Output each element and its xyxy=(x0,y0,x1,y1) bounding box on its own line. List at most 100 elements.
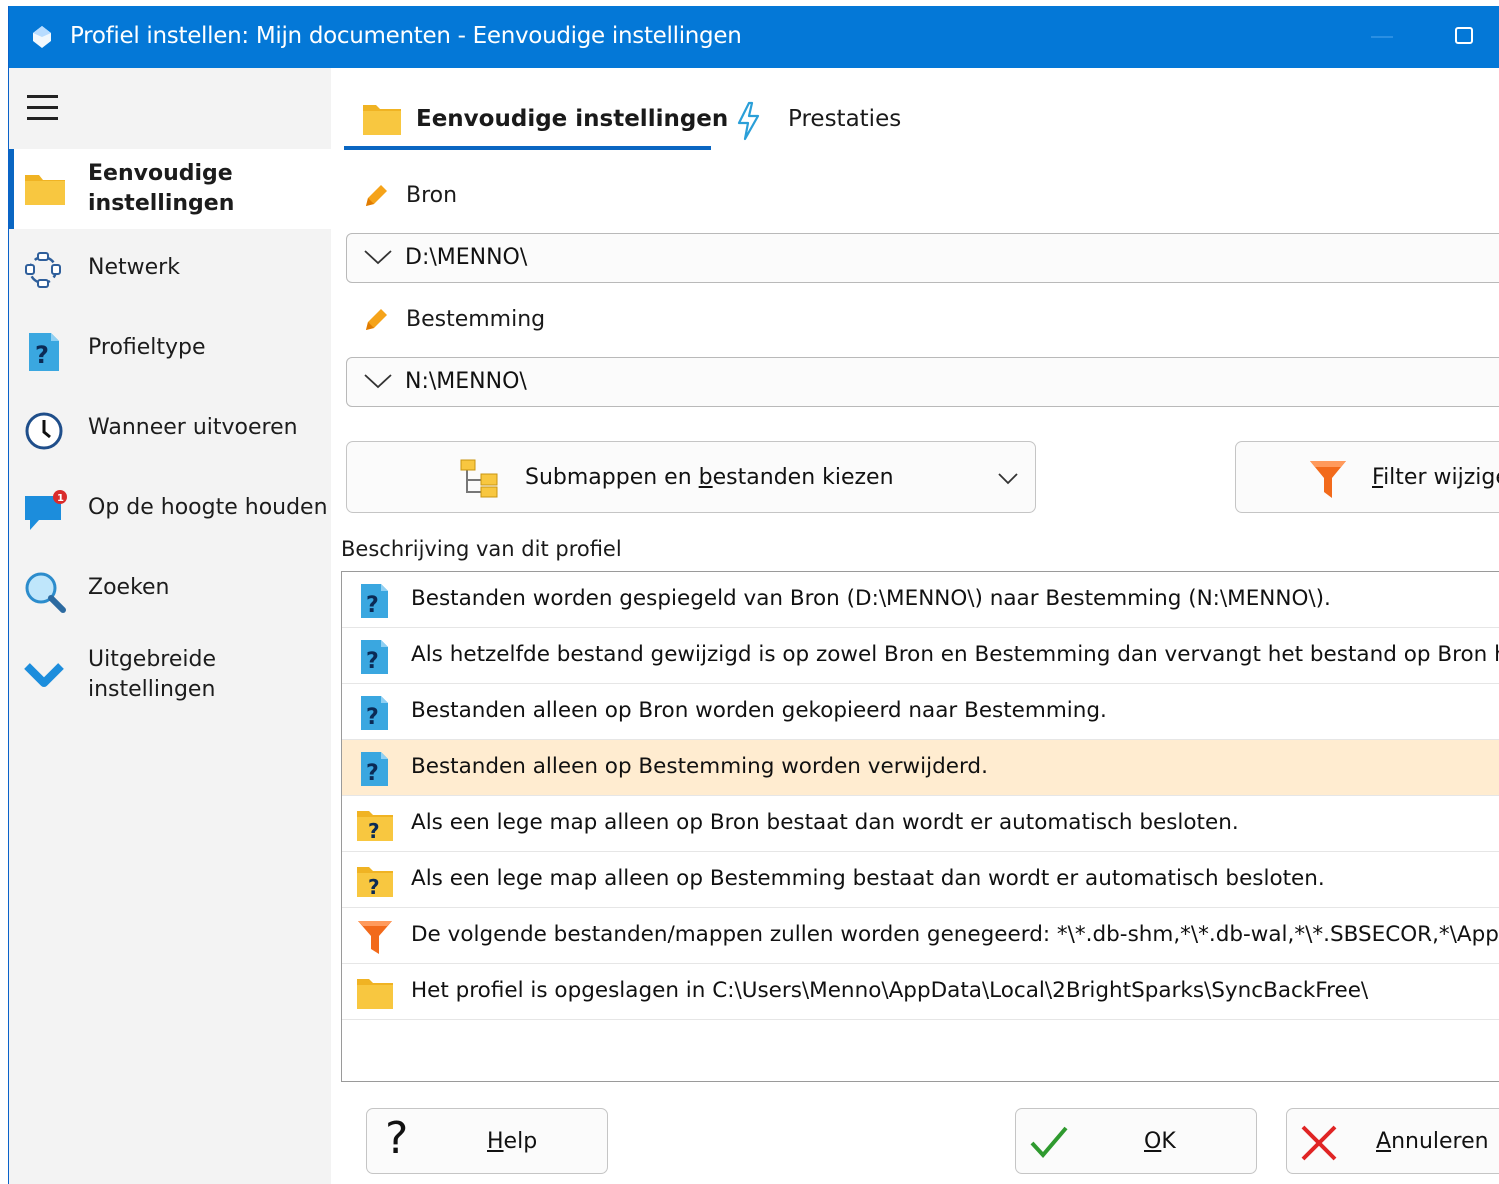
button-label-part: elp xyxy=(503,1129,538,1154)
sidebar-item-zoeken[interactable]: Zoeken xyxy=(9,550,331,630)
lightning-icon xyxy=(737,101,760,141)
sidebar-item-wanneer-uitvoeren[interactable]: Wanneer uitvoeren xyxy=(9,390,331,470)
help-document-icon: ? xyxy=(361,752,388,786)
help-document-icon: ? xyxy=(29,333,59,371)
checkmark-icon xyxy=(1030,1126,1068,1159)
destination-label: Bestemming xyxy=(406,307,546,332)
button-label-part: ilter wijzige xyxy=(1383,465,1499,490)
sidebar-item-label: Netwerk xyxy=(88,255,180,280)
sidebar-item-eenvoudige-instellingen[interactable]: Eenvoudige instellingen xyxy=(9,149,331,229)
chevron-down-icon[interactable] xyxy=(363,372,393,390)
button-label-part: Submappen en xyxy=(525,465,699,490)
sidebar-item-label-line2: instellingen xyxy=(88,191,235,216)
button-label-mnemonic: H xyxy=(487,1129,504,1154)
network-icon xyxy=(25,252,61,288)
help-button[interactable]: ? Help xyxy=(366,1108,608,1174)
description-row[interactable]: ? Bestanden alleen op Bron worden gekopi… xyxy=(342,684,1499,740)
folder-icon xyxy=(363,105,401,135)
minimize-button[interactable] xyxy=(1371,36,1393,38)
description-list: ? Bestanden worden gespiegeld van Bron (… xyxy=(341,571,1499,1082)
cancel-button[interactable]: Annuleren xyxy=(1286,1108,1499,1174)
help-folder-icon: ? xyxy=(357,811,393,843)
sidebar-item-profieltype[interactable]: ? Profieltype xyxy=(9,310,331,390)
folder-icon xyxy=(357,979,393,1009)
button-label-mnemonic: F xyxy=(1372,465,1384,490)
help-document-icon: ? xyxy=(361,584,388,618)
ok-button[interactable]: OK xyxy=(1015,1108,1257,1174)
pencil-icon xyxy=(366,309,387,330)
notification-badge: 1 xyxy=(57,493,64,504)
button-label-part: nnuleren xyxy=(1391,1129,1489,1154)
maximize-button[interactable] xyxy=(1455,27,1473,44)
folder-icon xyxy=(25,175,65,205)
description-row[interactable]: ? Als een lege map alleen op Bestemming … xyxy=(342,852,1499,908)
description-text: De volgende bestanden/mappen zullen word… xyxy=(411,922,1499,947)
source-label: Bron xyxy=(406,183,458,208)
tab-prestaties[interactable]: Prestaties xyxy=(729,88,909,150)
svg-text:?: ? xyxy=(35,341,49,369)
sidebar-item-label: Op de hoogte houden xyxy=(88,495,328,520)
button-label-mnemonic: A xyxy=(1376,1129,1392,1154)
description-row[interactable]: Het profiel is opgeslagen in C:\Users\Me… xyxy=(342,964,1499,1020)
description-row[interactable]: ? Als een lege map alleen op Bron bestaa… xyxy=(342,796,1499,852)
description-text: Bestanden alleen op Bestemming worden ve… xyxy=(411,754,988,779)
chevron-down-icon[interactable] xyxy=(363,248,393,266)
sidebar-item-label: Uitgebreide xyxy=(88,647,217,672)
active-indicator xyxy=(9,149,14,229)
button-label-mnemonic: O xyxy=(1144,1129,1162,1154)
description-text: Als een lege map alleen op Bestemming be… xyxy=(411,866,1325,891)
sidebar-item-label-line2: instellingen xyxy=(88,677,216,702)
help-folder-icon: ? xyxy=(357,867,393,899)
sidebar: Eenvoudige instellingen Netwerk ? Profie… xyxy=(9,68,331,1184)
help-document-icon: ? xyxy=(361,640,388,674)
sidebar-item-label: Profieltype xyxy=(88,335,206,360)
description-row[interactable]: ? Bestanden worden gespiegeld van Bron (… xyxy=(342,572,1499,628)
sidebar-item-netwerk[interactable]: Netwerk xyxy=(9,230,331,310)
destination-path-combobox[interactable]: N:\MENNO\ xyxy=(346,357,1499,407)
description-text: Bestanden worden gespiegeld van Bron (D:… xyxy=(411,586,1331,611)
chevron-down-icon xyxy=(24,663,64,687)
description-text: Het profiel is opgeslagen in C:\Users\Me… xyxy=(411,978,1369,1003)
window-title: Profiel instellen: Mijn documenten - Een… xyxy=(70,23,742,49)
svg-text:?: ? xyxy=(368,875,380,899)
svg-text:?: ? xyxy=(366,705,379,730)
svg-text:?: ? xyxy=(366,761,379,786)
source-path-value: D:\MENNO\ xyxy=(405,245,528,270)
filter-changes-button[interactable]: Filter wijzige xyxy=(1235,441,1499,513)
clock-icon xyxy=(25,412,63,450)
svg-text:?: ? xyxy=(366,593,379,618)
sidebar-item-uitgebreide-instellingen[interactable]: Uitgebreide instellingen xyxy=(9,630,331,710)
sidebar-item-op-de-hoogte-houden[interactable]: 1 Op de hoogte houden xyxy=(9,470,331,550)
description-text: Als hetzelfde bestand gewijzigd is op zo… xyxy=(411,642,1499,667)
description-text: Als een lege map alleen op Bron bestaat … xyxy=(411,810,1239,835)
description-row-selected[interactable]: ? Bestanden alleen op Bestemming worden … xyxy=(342,740,1499,796)
dialog-window: Profiel instellen: Mijn documenten - Een… xyxy=(8,6,1499,1184)
sidebar-item-label: Wanneer uitvoeren xyxy=(88,415,298,440)
destination-path-value: N:\MENNO\ xyxy=(405,369,527,394)
tab-eenvoudige-instellingen[interactable]: Eenvoudige instellingen xyxy=(344,88,728,150)
folder-tree-icon xyxy=(460,459,498,498)
sidebar-item-label: Zoeken xyxy=(88,575,170,600)
filter-icon xyxy=(1310,461,1346,498)
help-document-icon: ? xyxy=(361,696,388,730)
choose-subfolders-button[interactable]: Submappen en bestanden kiezen xyxy=(346,441,1036,513)
svg-text:?: ? xyxy=(368,819,380,843)
hamburger-menu-icon[interactable] xyxy=(27,95,59,123)
filter-icon xyxy=(358,921,392,954)
source-path-combobox[interactable]: D:\MENNO\ xyxy=(346,233,1499,283)
title-bar: Profiel instellen: Mijn documenten - Een… xyxy=(9,6,1499,68)
button-label-mnemonic: b xyxy=(698,465,713,490)
tab-label: Eenvoudige instellingen xyxy=(416,106,729,132)
svg-text:?: ? xyxy=(366,649,379,674)
button-label-part: K xyxy=(1161,1129,1176,1154)
search-icon xyxy=(25,572,66,613)
tab-label: Prestaties xyxy=(788,106,902,132)
description-row[interactable]: ? Als hetzelfde bestand gewijzigd is op … xyxy=(342,628,1499,684)
button-label-part: estanden kiezen xyxy=(712,465,894,490)
description-row[interactable]: De volgende bestanden/mappen zullen word… xyxy=(342,908,1499,964)
close-icon xyxy=(1301,1125,1337,1161)
app-icon xyxy=(33,26,51,48)
notification-icon: 1 xyxy=(25,490,67,530)
pencil-icon xyxy=(366,185,387,206)
sidebar-item-label: Eenvoudige xyxy=(88,161,233,186)
